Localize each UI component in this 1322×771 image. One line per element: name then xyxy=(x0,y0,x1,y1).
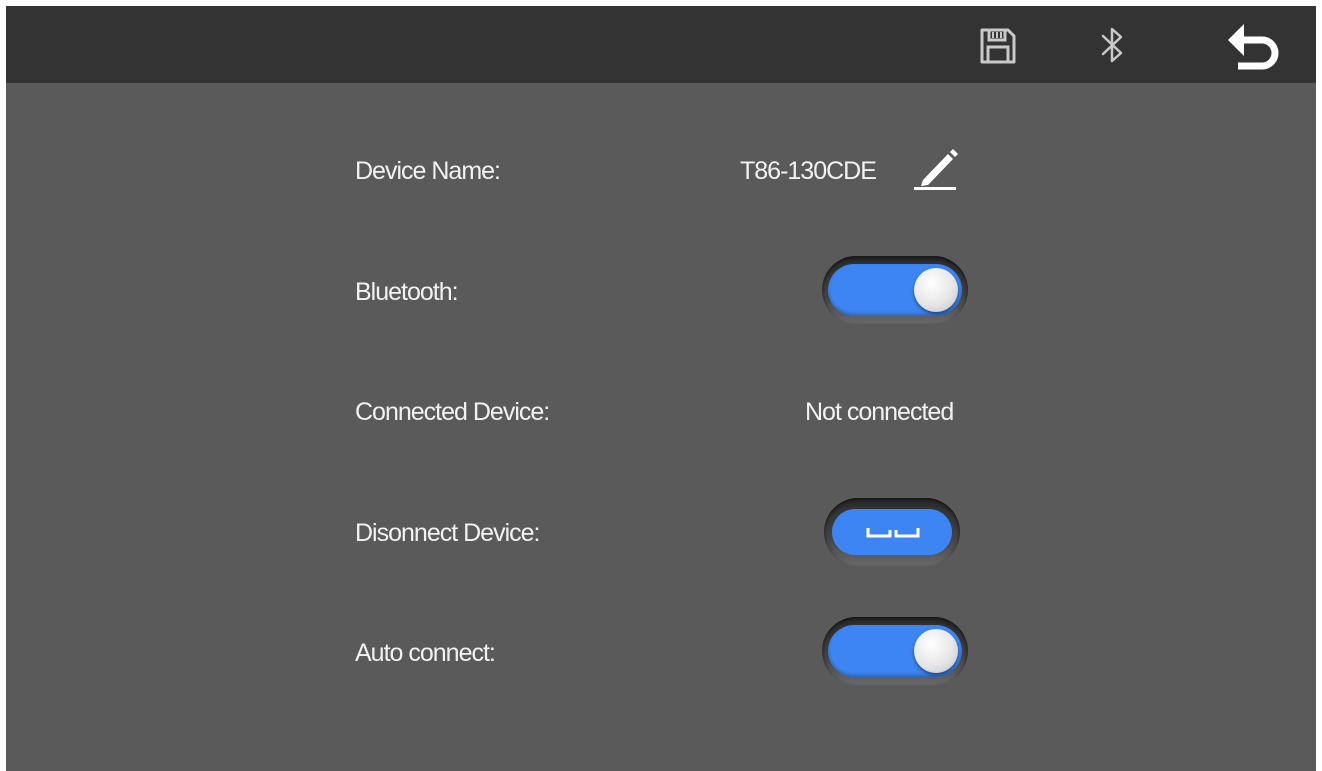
disconnect-button[interactable] xyxy=(824,498,960,566)
settings-screen: Device Name: T86-130CDE Bluetooth: Conne… xyxy=(6,6,1316,771)
disconnect-icon xyxy=(866,528,920,538)
device-name-value: T86-130CDE xyxy=(740,157,877,185)
auto-connect-toggle[interactable] xyxy=(822,617,968,685)
disconnect-device-label: Disonnect Device: xyxy=(355,519,540,547)
auto-connect-toggle-knob xyxy=(914,629,958,673)
device-name-label: Device Name: xyxy=(355,157,501,185)
connected-device-value: Not connected xyxy=(805,398,954,426)
bluetooth-toggle-knob xyxy=(914,268,958,312)
bluetooth-toggle[interactable] xyxy=(822,256,968,324)
bluetooth-label: Bluetooth: xyxy=(355,278,459,306)
bluetooth-icon[interactable] xyxy=(1095,24,1131,66)
back-icon[interactable] xyxy=(1224,18,1288,76)
edit-pencil-icon[interactable] xyxy=(912,144,962,194)
top-bar xyxy=(6,6,1316,83)
connected-device-label: Connected Device: xyxy=(355,398,550,426)
save-icon[interactable] xyxy=(978,26,1018,66)
auto-connect-label: Auto connect: xyxy=(355,639,496,667)
disconnect-button-face xyxy=(832,509,952,555)
